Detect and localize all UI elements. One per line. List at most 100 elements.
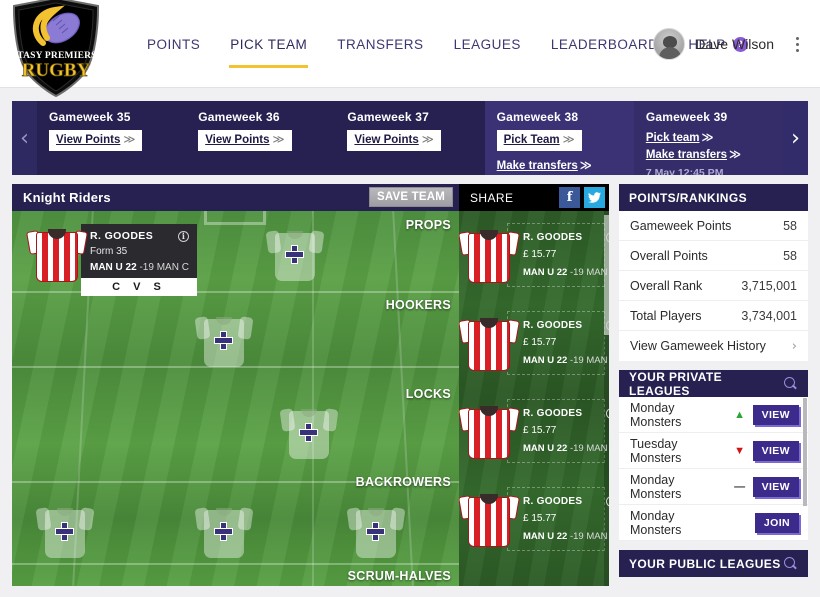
chevron-double-right-icon: ≫ <box>272 132 285 146</box>
search-icon[interactable] <box>784 376 798 391</box>
info-icon[interactable]: i <box>177 230 189 242</box>
gameweek-card-37[interactable]: Gameweek 37 View Points ≫ <box>335 101 484 175</box>
view-league-button[interactable]: VIEW <box>752 404 799 425</box>
row-label: Overall Rank <box>630 278 703 293</box>
fixture-home: MAN U 22 <box>523 267 568 278</box>
save-team-button[interactable]: SAVE TEAM <box>368 187 453 207</box>
user-menu[interactable]: Dave Wilson <box>653 0 806 88</box>
movement-down-icon: ▼ <box>734 444 745 457</box>
empty-player-slot[interactable] <box>346 502 406 564</box>
fixture-home: MAN U 22 <box>90 262 137 273</box>
player-actions-cvs[interactable]: C V S <box>81 278 197 296</box>
view-points-button[interactable]: View Points ≫ <box>347 130 441 151</box>
jersey-icon <box>459 491 520 549</box>
nav-item-leagues[interactable]: LEAGUES <box>439 0 536 88</box>
pick-team-button[interactable]: Pick Team ≫ <box>496 130 582 151</box>
gameweek-prev-arrow[interactable]: ‹ <box>12 101 37 175</box>
row-label: Gameweek Points <box>630 218 732 233</box>
empty-player-slot[interactable] <box>265 225 325 287</box>
player-name: R. GOODES <box>90 230 154 242</box>
player-fixture: MAN U 22 -19 MAN C <box>90 262 189 273</box>
row-value: 58 <box>783 248 797 263</box>
view-league-button[interactable]: VIEW <box>752 476 799 497</box>
make-transfers-link[interactable]: Make transfers ≫ <box>497 158 634 172</box>
position-label-backrowers: BACKROWERS <box>355 475 451 489</box>
player-name: R. GOODES <box>523 320 583 331</box>
pick-team-label: Pick team <box>645 132 700 144</box>
view-league-button[interactable]: VIEW <box>752 440 799 461</box>
empty-player-slot[interactable] <box>194 311 254 373</box>
bench-row[interactable]: R. GOODES i £ 15.77 MAN U 22 -19 MAN C <box>459 299 609 387</box>
view-points-button[interactable]: View Points ≫ <box>198 130 292 151</box>
jersey-icon <box>459 403 520 461</box>
twitter-icon[interactable] <box>584 187 605 208</box>
nav-item-pick-team[interactable]: PICK TEAM <box>215 0 322 88</box>
kebab-menu-icon[interactable] <box>788 32 806 56</box>
plus-icon[interactable] <box>299 422 319 443</box>
fixture-home: MAN U 22 <box>523 443 568 454</box>
avatar[interactable] <box>653 28 686 60</box>
view-gameweek-history-link[interactable]: View Gameweek History › <box>619 331 808 361</box>
pitch-field: PROPS HOOKERS LOCKS BACKROWERS SCRUM-HAL… <box>12 211 459 586</box>
site-logo[interactable]: FANTASY PREMIERSHIP RUGBY <box>0 0 114 98</box>
facebook-icon[interactable]: f <box>559 187 580 208</box>
gameweek-card-39[interactable]: Gameweek 39 Pick team ≫ Make transfers ≫ 7… <box>633 101 784 175</box>
gameweek-title: Gameweek 35 <box>49 110 131 124</box>
gameweek-card-36[interactable]: Gameweek 36 View Points ≫ <box>186 101 335 175</box>
private-leagues-scrollbar[interactable] <box>803 398 807 506</box>
gameweek-card-38[interactable]: Gameweek 38 Pick Team ≫ Make transfers ≫ <box>484 101 634 175</box>
fixture-home: MAN U 22 <box>523 355 568 366</box>
empty-player-slot[interactable] <box>35 502 95 564</box>
make-transfers-label: Make transfers <box>496 159 578 172</box>
main-content: Knight Riders SAVE TEAM SHARE f PROPS HO… <box>12 184 808 586</box>
row-label: Overall Points <box>630 248 708 263</box>
bench-panel: R. GOODES i £ 15.77 MAN U 22 -19 MAN C R… <box>459 211 609 586</box>
player-fixture: MAN U 22 -19 MAN C <box>523 531 609 542</box>
pick-team-link[interactable]: Pick team ≫ <box>646 130 783 144</box>
gameweek-next-arrow[interactable]: › <box>783 101 808 175</box>
make-transfers-link[interactable]: Make transfers ≫ <box>646 147 783 161</box>
info-icon[interactable]: i <box>605 232 609 243</box>
empty-player-slot[interactable] <box>194 502 254 564</box>
points-rankings-header: POINTS/RANKINGS <box>619 184 808 211</box>
league-name: Tuesday Monsters <box>630 436 682 465</box>
player-price: £ 15.77 <box>523 425 557 436</box>
chevron-double-right-icon: ≫ <box>421 132 434 146</box>
view-points-label: View Points <box>56 134 121 146</box>
join-league-button[interactable]: JOIN <box>754 512 799 533</box>
team-name: Knight Riders <box>23 190 111 205</box>
bench-row[interactable]: R. GOODES i £ 15.77 MAN U 22 -19 MAN C <box>459 211 609 299</box>
position-label-scrum-halves: SCRUM-HALVES <box>347 569 451 583</box>
search-icon[interactable] <box>784 556 798 571</box>
player-price: £ 15.77 <box>523 337 557 348</box>
view-points-button[interactable]: View Points ≫ <box>49 130 143 151</box>
league-name: Monday Monsters <box>630 472 682 501</box>
league-name: Monday Monsters <box>630 508 682 537</box>
nav-item-points[interactable]: POINTS <box>132 0 215 88</box>
row-label: View Gameweek History <box>630 339 766 353</box>
info-icon[interactable]: i <box>605 320 609 331</box>
nav-item-transfers[interactable]: TRANSFERS <box>322 0 438 88</box>
position-label-props: PROPS <box>405 218 451 232</box>
fixture-away: -19 MAN C <box>569 355 609 366</box>
user-name: Dave Wilson <box>695 36 774 52</box>
nav-label-transfers: TRANSFERS <box>337 36 424 52</box>
plus-icon[interactable] <box>285 244 305 265</box>
row-value: 3,734,001 <box>741 308 797 323</box>
gameweek-carousel: ‹ Gameweek 35 View Points ≫ Gameweek 36 V… <box>12 101 808 175</box>
gameweek-card-35[interactable]: Gameweek 35 View Points ≫ <box>37 101 186 175</box>
public-leagues-panel: YOUR PUBLIC LEAGUES <box>619 550 808 577</box>
nav-label-points: POINTS <box>147 36 201 52</box>
plus-icon[interactable] <box>55 521 75 542</box>
empty-player-slot[interactable] <box>279 403 339 465</box>
info-icon[interactable]: i <box>605 496 609 507</box>
chevron-double-right-icon: ≫ <box>579 157 592 172</box>
plus-icon[interactable] <box>214 521 234 542</box>
bench-row[interactable]: R. GOODES i £ 15.77 MAN U 22 -19 MAN C <box>459 387 609 475</box>
selected-player-card[interactable]: R. GOODES i Form 35 MAN U 22 -19 MAN C C… <box>26 224 197 296</box>
info-icon[interactable]: i <box>605 408 609 419</box>
plus-icon[interactable] <box>366 521 386 542</box>
pitch-body: PROPS HOOKERS LOCKS BACKROWERS SCRUM-HAL… <box>12 211 609 586</box>
plus-icon[interactable] <box>214 330 234 351</box>
bench-row[interactable]: R. GOODES i £ 15.77 MAN U 22 -19 MAN C <box>459 475 609 563</box>
